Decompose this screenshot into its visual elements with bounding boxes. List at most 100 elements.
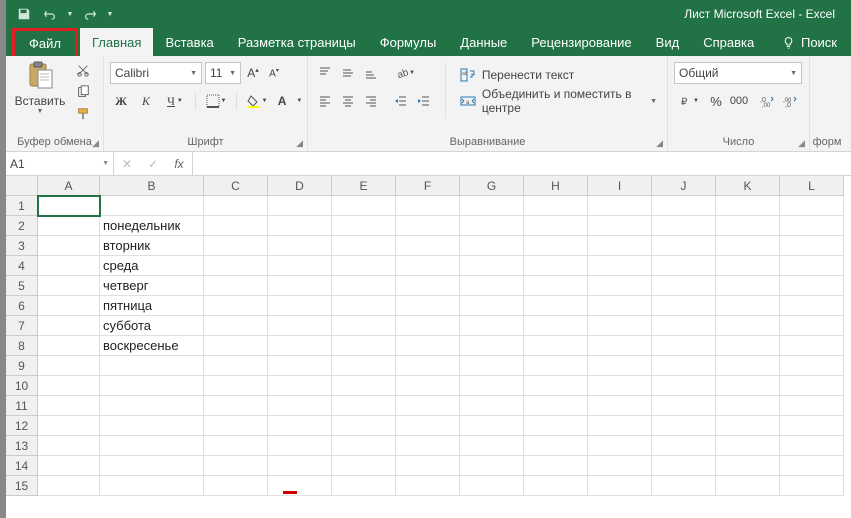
cell-G2[interactable] (460, 216, 524, 236)
cell-I3[interactable] (588, 236, 652, 256)
cell-J7[interactable] (652, 316, 716, 336)
cell-D9[interactable] (268, 356, 332, 376)
cell-E15[interactable] (332, 476, 396, 496)
cell-G8[interactable] (460, 336, 524, 356)
formula-input[interactable] (193, 152, 851, 175)
cell-H3[interactable] (524, 236, 588, 256)
cell-J13[interactable] (652, 436, 716, 456)
cell-G11[interactable] (460, 396, 524, 416)
cell-F7[interactable] (396, 316, 460, 336)
name-box-dropdown[interactable]: ▼ (102, 160, 109, 167)
cell-A14[interactable] (38, 456, 100, 476)
cell-D8[interactable] (268, 336, 332, 356)
cell-H14[interactable] (524, 456, 588, 476)
cell-E4[interactable] (332, 256, 396, 276)
decrease-decimal-button[interactable]: ,00,0 (779, 90, 801, 112)
cell-L3[interactable] (780, 236, 844, 256)
column-header-J[interactable]: J (652, 176, 716, 196)
cell-D11[interactable] (268, 396, 332, 416)
align-bottom-button[interactable] (360, 62, 382, 84)
cell-K15[interactable] (716, 476, 780, 496)
row-header-7[interactable]: 7 (6, 316, 38, 336)
cell-D15[interactable] (268, 476, 332, 496)
cell-B3[interactable]: вторник (100, 236, 204, 256)
cell-A8[interactable] (38, 336, 100, 356)
tab-insert[interactable]: Вставка (153, 28, 225, 56)
cell-E11[interactable] (332, 396, 396, 416)
cell-D2[interactable] (268, 216, 332, 236)
cell-G12[interactable] (460, 416, 524, 436)
select-all-corner[interactable] (6, 176, 38, 196)
cell-G1[interactable] (460, 196, 524, 216)
orientation-button[interactable]: ab▼ (390, 62, 420, 84)
cell-C14[interactable] (204, 456, 268, 476)
cell-D5[interactable] (268, 276, 332, 296)
cell-C2[interactable] (204, 216, 268, 236)
cell-H6[interactable] (524, 296, 588, 316)
tab-page-layout[interactable]: Разметка страницы (226, 28, 368, 56)
cell-D12[interactable] (268, 416, 332, 436)
cell-I7[interactable] (588, 316, 652, 336)
cell-L13[interactable] (780, 436, 844, 456)
cell-K9[interactable] (716, 356, 780, 376)
column-header-G[interactable]: G (460, 176, 524, 196)
tab-home[interactable]: Главная (80, 28, 153, 56)
cell-J8[interactable] (652, 336, 716, 356)
cell-H4[interactable] (524, 256, 588, 276)
cell-L2[interactable] (780, 216, 844, 236)
cell-C1[interactable] (204, 196, 268, 216)
cell-H13[interactable] (524, 436, 588, 456)
cell-I13[interactable] (588, 436, 652, 456)
cell-G15[interactable] (460, 476, 524, 496)
decrease-indent-button[interactable] (390, 90, 412, 112)
cell-E13[interactable] (332, 436, 396, 456)
cell-D14[interactable] (268, 456, 332, 476)
cell-B6[interactable]: пятница (100, 296, 204, 316)
align-center-button[interactable] (337, 90, 359, 112)
cell-B5[interactable]: четверг (100, 276, 204, 296)
cell-L1[interactable] (780, 196, 844, 216)
cell-A13[interactable] (38, 436, 100, 456)
cell-C7[interactable] (204, 316, 268, 336)
row-header-15[interactable]: 15 (6, 476, 38, 496)
cell-H9[interactable] (524, 356, 588, 376)
cell-J14[interactable] (652, 456, 716, 476)
cell-D10[interactable] (268, 376, 332, 396)
row-header-12[interactable]: 12 (6, 416, 38, 436)
cell-C5[interactable] (204, 276, 268, 296)
cell-I14[interactable] (588, 456, 652, 476)
cell-K5[interactable] (716, 276, 780, 296)
cell-D4[interactable] (268, 256, 332, 276)
cell-I12[interactable] (588, 416, 652, 436)
row-header-4[interactable]: 4 (6, 256, 38, 276)
cell-I8[interactable] (588, 336, 652, 356)
tab-help[interactable]: Справка (691, 28, 766, 56)
percent-button[interactable]: % (705, 90, 727, 112)
cell-J4[interactable] (652, 256, 716, 276)
cell-K7[interactable] (716, 316, 780, 336)
fill-color-button[interactable]: ▼ (242, 90, 272, 112)
cell-J6[interactable] (652, 296, 716, 316)
cell-I2[interactable] (588, 216, 652, 236)
cell-B15[interactable] (100, 476, 204, 496)
cell-A15[interactable] (38, 476, 100, 496)
row-header-2[interactable]: 2 (6, 216, 38, 236)
row-header-6[interactable]: 6 (6, 296, 38, 316)
cell-A11[interactable] (38, 396, 100, 416)
column-header-E[interactable]: E (332, 176, 396, 196)
cell-L11[interactable] (780, 396, 844, 416)
cell-B11[interactable] (100, 396, 204, 416)
cut-button[interactable] (72, 60, 94, 80)
italic-button[interactable]: К (135, 90, 157, 112)
name-box[interactable]: A1 ▼ (6, 152, 114, 175)
font-name-combo[interactable]: Calibri▼ (110, 62, 202, 84)
cell-K1[interactable] (716, 196, 780, 216)
cell-C4[interactable] (204, 256, 268, 276)
cell-K3[interactable] (716, 236, 780, 256)
increase-font-button[interactable]: A▴ (244, 62, 262, 84)
comma-style-button[interactable]: 000 (728, 90, 750, 112)
cell-J3[interactable] (652, 236, 716, 256)
cell-L15[interactable] (780, 476, 844, 496)
column-header-I[interactable]: I (588, 176, 652, 196)
copy-button[interactable] (72, 82, 94, 102)
